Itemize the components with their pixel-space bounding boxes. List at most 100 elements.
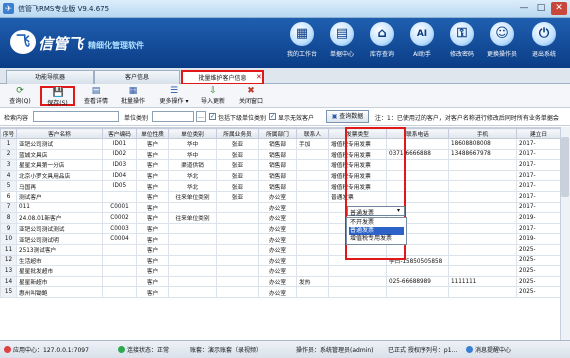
table-cell[interactable] <box>328 286 387 298</box>
tab-navigator[interactable]: 功能导航器 <box>6 70 94 84</box>
table-cell[interactable]: 销售部 <box>258 180 297 192</box>
table-cell[interactable]: 测试客户 <box>16 190 103 203</box>
table-cell[interactable]: 往来单位类别 <box>168 190 217 203</box>
table-cell[interactable] <box>168 222 217 235</box>
table-cell[interactable] <box>448 180 517 192</box>
table-cell[interactable]: 销售部 <box>258 169 297 182</box>
table-cell[interactable] <box>102 265 137 277</box>
table-cell[interactable]: 华中 <box>168 138 217 150</box>
table-cell[interactable]: 客户 <box>136 286 169 298</box>
table-cell[interactable]: 张亚 <box>216 180 259 192</box>
table-cell[interactable]: 18608808008 <box>448 138 517 150</box>
table-cell[interactable] <box>386 265 449 277</box>
table-cell[interactable]: 华北 <box>168 180 217 192</box>
table-cell[interactable]: 惠州叫锄鲍 <box>16 286 103 298</box>
maximize-button[interactable]: □ <box>533 2 549 15</box>
table-cell[interactable]: 客户 <box>136 222 169 235</box>
col-header[interactable]: 序号 <box>0 128 17 139</box>
col-header[interactable]: 单位类别 <box>168 128 217 139</box>
nav-ai-button[interactable]: AI AI助手 <box>402 22 442 64</box>
tab-batch-customer[interactable]: 批量维护客户信息 <box>181 70 264 85</box>
nav-switch-operator-button[interactable]: ☺ 更换操作员 <box>482 22 522 64</box>
table-row[interactable]: 14 星星新超市 客户 办公室 发热 025-66688989 1111111 2025- <box>0 275 560 288</box>
table-cell[interactable] <box>448 159 517 171</box>
table-cell[interactable] <box>448 265 517 277</box>
table-cell[interactable]: 011 <box>16 201 103 214</box>
table-cell[interactable] <box>448 201 517 214</box>
table-cell[interactable]: 星星文具第一分店 <box>16 159 103 171</box>
table-cell[interactable]: 办公室 <box>258 286 297 298</box>
table-cell[interactable]: ID02 <box>102 148 137 161</box>
table-cell[interactable]: 生活超市 <box>16 254 103 267</box>
import-button[interactable]: ⇩ 导入更新 <box>196 86 230 106</box>
table-row[interactable]: 6 测试客户 客户 往来单位类别 张亚 办公室 普通发票 2017- <box>0 190 560 203</box>
table-cell[interactable]: C0002 <box>102 212 137 224</box>
table-cell[interactable]: 客户 <box>136 148 169 161</box>
table-row[interactable]: 4 北京小罗文具用品店 ID04 客户 华北 张亚 销售部 增值税专用发票 2017- <box>0 169 560 182</box>
table-cell[interactable] <box>102 254 137 267</box>
table-cell[interactable] <box>168 286 217 298</box>
nav-workbench-button[interactable]: ▦ 我的工作台 <box>282 22 322 64</box>
view-details-button[interactable]: ▤ 查看详情 <box>79 86 113 106</box>
scrollbar-thumb[interactable] <box>561 137 569 197</box>
query-data-button[interactable]: ▣ 查询数据 <box>326 110 369 123</box>
table-cell[interactable]: C0001 <box>102 201 137 214</box>
col-header[interactable]: 客户名称 <box>16 128 103 139</box>
table-cell[interactable] <box>296 286 329 298</box>
table-cell[interactable]: 办公室 <box>258 212 297 224</box>
col-header[interactable]: 所属部门 <box>258 128 297 139</box>
table-cell[interactable]: 发热 <box>296 275 329 288</box>
table-cell[interactable]: 往来单位类别 <box>168 212 217 224</box>
tab-customer-info[interactable]: 客户信息 <box>94 70 180 84</box>
table-cell[interactable]: 客户 <box>136 233 169 245</box>
table-cell[interactable] <box>216 212 259 224</box>
table-cell[interactable] <box>102 275 137 288</box>
table-cell[interactable]: 2017- <box>516 138 560 150</box>
col-header[interactable]: 客户编码 <box>102 128 137 139</box>
table-cell[interactable]: 2513测试客户 <box>16 243 103 256</box>
col-header[interactable]: 联系人 <box>296 128 329 139</box>
table-cell[interactable] <box>448 222 517 235</box>
table-cell[interactable] <box>168 201 217 214</box>
table-cell[interactable] <box>448 190 517 203</box>
table-cell[interactable] <box>296 233 329 245</box>
search-input[interactable] <box>33 111 119 122</box>
table-cell[interactable]: 办公室 <box>258 222 297 235</box>
table-cell[interactable]: C0003 <box>102 222 137 235</box>
table-cell[interactable]: 2025- <box>516 254 560 267</box>
table-cell[interactable]: 客户 <box>136 275 169 288</box>
table-cell[interactable]: 2017- <box>516 180 560 192</box>
table-cell[interactable]: 客户 <box>136 254 169 267</box>
table-cell[interactable]: 1111111 <box>448 275 517 288</box>
table-cell[interactable]: 2017- <box>516 222 560 235</box>
table-cell[interactable] <box>448 212 517 224</box>
table-cell[interactable]: 张亚 <box>216 190 259 203</box>
table-cell[interactable]: 2017- <box>516 148 560 161</box>
table-cell[interactable]: 办公室 <box>258 201 297 214</box>
table-cell[interactable] <box>102 243 137 256</box>
table-cell[interactable]: 亚钯公司测试 <box>16 138 103 150</box>
table-cell[interactable] <box>168 265 217 277</box>
nav-inventory-button[interactable]: ⌂ 库存查询 <box>362 22 402 64</box>
include-lower-checkbox[interactable]: ✓ <box>209 113 216 120</box>
col-header[interactable]: 手机 <box>448 128 517 139</box>
table-cell[interactable]: 2019- <box>516 233 560 245</box>
table-cell[interactable]: 客户 <box>136 212 169 224</box>
table-cell[interactable]: 客户 <box>136 190 169 203</box>
dropdown-option[interactable]: 增值税专用发票 <box>349 235 404 243</box>
table-cell[interactable]: 客户 <box>136 159 169 171</box>
table-row[interactable]: 1 亚钯公司测试 ID01 客户 华中 张亚 销售部 手加 增值税专用发票 18608808008… <box>0 138 560 150</box>
close-window-button[interactable]: ✕ <box>551 2 567 15</box>
table-cell[interactable]: 亚钯公司测试测试 <box>16 222 103 235</box>
table-cell[interactable]: 24.08.01新客户 <box>16 212 103 224</box>
table-cell[interactable]: 办公室 <box>258 265 297 277</box>
dropdown-option[interactable]: 不开发票 <box>349 219 404 227</box>
nav-documents-button[interactable]: ▤ 单据中心 <box>322 22 362 64</box>
table-cell[interactable] <box>296 148 329 161</box>
table-cell[interactable] <box>328 265 387 277</box>
table-cell[interactable] <box>448 169 517 182</box>
table-cell[interactable] <box>216 286 259 298</box>
table-cell[interactable]: ID01 <box>102 138 137 150</box>
show-invalid-checkbox[interactable]: ✓ <box>269 113 276 120</box>
message-center[interactable]: 消息提醒中心 <box>466 345 511 354</box>
